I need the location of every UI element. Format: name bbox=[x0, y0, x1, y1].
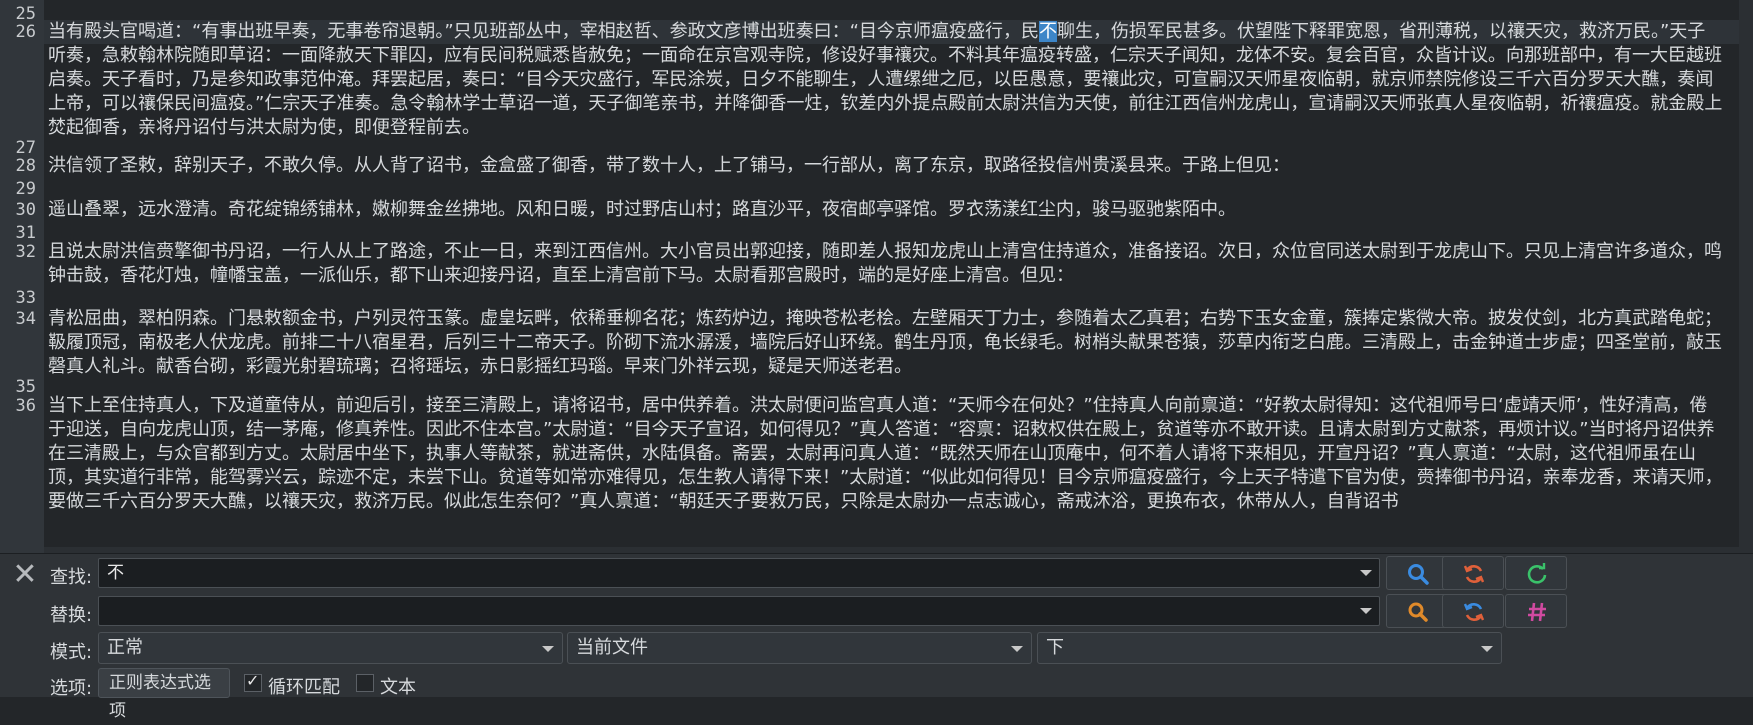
scope-select[interactable]: 当前文件 bbox=[567, 632, 1032, 664]
regex-button[interactable] bbox=[1505, 594, 1567, 628]
direction-select-value: 下 bbox=[1046, 637, 1064, 658]
line-number-gutter bbox=[0, 0, 44, 553]
mode-select[interactable]: 正常 bbox=[98, 632, 563, 664]
line-text[interactable]: 当下上至住持真人，下及道童侍从，前迎后引，接至三清殿上，请将诏书，居中供养着。洪… bbox=[48, 394, 1723, 514]
refresh-red-icon bbox=[1463, 565, 1485, 583]
vertical-scrollbar[interactable] bbox=[1739, 0, 1753, 553]
regex-options-button-label: 正则表达式选项 bbox=[109, 673, 211, 721]
chevron-down-icon bbox=[1011, 646, 1023, 652]
search-replace-icon bbox=[1408, 602, 1428, 622]
line-text[interactable]: 且说太尉洪信赍擎御书丹诏，一行人从上了路途，不止一日，来到江西信州。大小官员出郭… bbox=[48, 240, 1723, 288]
chevron-down-icon bbox=[1481, 646, 1493, 652]
text-label: 文本 bbox=[380, 677, 416, 698]
line-number: 36 bbox=[15, 396, 36, 416]
refresh-green-icon bbox=[1527, 563, 1547, 584]
line-text[interactable]: 当有殿头官喝道：“有事出班早奏，无事卷帘退朝。”只见班部丛中，宰相赵哲、参政文彦… bbox=[48, 20, 1723, 140]
chevron-down-icon bbox=[542, 646, 554, 652]
editor-line-current[interactable]: 26 当有殿头官喝道：“有事出班早奏，无事卷帘退朝。”只见班部丛中，宰相赵哲、参… bbox=[0, 20, 1740, 138]
mode-select-value: 正常 bbox=[107, 637, 143, 658]
text-before-match: 当有殿头官喝道：“有事出班早奏，无事卷帘退朝。”只见班部丛中，宰相赵哲、参政文彦… bbox=[48, 21, 1039, 42]
find-all-button[interactable] bbox=[1505, 556, 1567, 590]
replace-button[interactable] bbox=[1386, 594, 1448, 628]
find-button[interactable] bbox=[1386, 556, 1448, 590]
editor-line[interactable]: 28 洪信领了圣敕，辞别天子，不敢久停。从人背了诏书，金盒盛了御香，带了数十人，… bbox=[0, 154, 1740, 178]
line-number: 30 bbox=[15, 200, 36, 220]
line-text[interactable]: 洪信领了圣敕，辞别天子，不敢久停。从人背了诏书，金盒盛了御香，带了数十人，上了铺… bbox=[48, 154, 1723, 178]
find-replace-panel: ✕ 查找: 不 替换: 模式: 正常 当前文件 下 选项: 正则表达式选项 ✓ … bbox=[0, 553, 1753, 721]
scope-select-value: 当前文件 bbox=[576, 637, 648, 658]
find-label: 查找: bbox=[50, 567, 93, 588]
line-number: 34 bbox=[15, 309, 36, 329]
line-number: 32 bbox=[15, 242, 36, 262]
editor-line[interactable]: 32 且说太尉洪信赍擎御书丹诏，一行人从上了路途，不止一日，来到江西信州。大小官… bbox=[0, 240, 1740, 286]
editor-line[interactable]: 36 当下上至住持真人，下及道童侍从，前迎后引，接至三清殿上，请将诏书，居中供养… bbox=[0, 394, 1740, 512]
regex-options-button[interactable]: 正则表达式选项 bbox=[98, 668, 230, 721]
search-icon bbox=[1408, 564, 1429, 585]
replace-all-button[interactable] bbox=[1442, 594, 1504, 628]
chevron-down-icon[interactable] bbox=[1360, 608, 1372, 614]
search-match-selection[interactable]: 不 bbox=[1038, 21, 1057, 42]
text-checkbox[interactable] bbox=[356, 674, 374, 692]
line-number: 28 bbox=[15, 156, 36, 176]
direction-select[interactable]: 下 bbox=[1037, 632, 1502, 664]
close-icon[interactable]: ✕ bbox=[12, 560, 38, 590]
hash-icon bbox=[1528, 602, 1546, 622]
replace-label: 替换: bbox=[50, 605, 93, 626]
find-input-value: 不 bbox=[107, 563, 124, 583]
replace-all-icon bbox=[1463, 603, 1485, 621]
text-editor[interactable]: 25 26 当有殿头官喝道：“有事出班早奏，无事卷帘退朝。”只见班部丛中，宰相赵… bbox=[0, 0, 1753, 553]
options-label: 选项: bbox=[50, 678, 93, 699]
line-number: 26 bbox=[15, 22, 36, 42]
replace-input[interactable] bbox=[98, 596, 1380, 626]
wrap-label: 循环匹配 bbox=[268, 677, 340, 698]
editor-line[interactable]: 34 青松屈曲，翠柏阴森。门悬敕额金书，户列灵符玉篆。虚皇坛畔，依稀垂柳名花；炼… bbox=[0, 307, 1740, 377]
mode-label: 模式: bbox=[50, 642, 93, 663]
editor-line[interactable]: 30 遥山叠翠，远水澄清。奇花绽锦绣铺林，嫩柳舞金丝拂地。风和日暖，时过野店山村… bbox=[0, 198, 1740, 222]
line-text[interactable]: 遥山叠翠，远水澄清。奇花绽锦绣铺林，嫩柳舞金丝拂地。风和日暖，时过野店山村；路直… bbox=[48, 198, 1723, 222]
chevron-down-icon[interactable] bbox=[1360, 570, 1372, 576]
wrap-checkbox[interactable]: ✓ bbox=[244, 671, 262, 692]
find-previous-button[interactable] bbox=[1442, 556, 1504, 590]
line-text[interactable]: 青松屈曲，翠柏阴森。门悬敕额金书，户列灵符玉篆。虚皇坛畔，依稀垂柳名花；炼药炉边… bbox=[48, 307, 1723, 379]
checkmark-icon: ✓ bbox=[246, 671, 260, 690]
find-input[interactable]: 不 bbox=[98, 558, 1380, 588]
